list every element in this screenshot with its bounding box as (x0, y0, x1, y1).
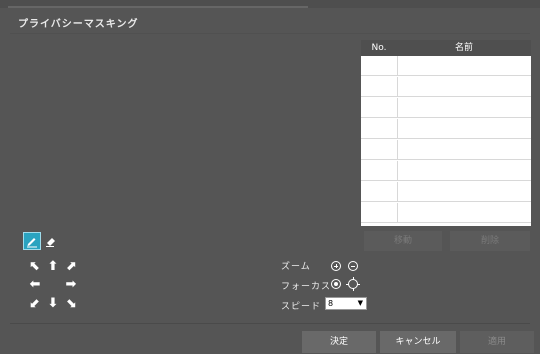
table-header: No. 名前 (361, 40, 531, 56)
table-row[interactable] (361, 161, 531, 181)
column-divider (397, 161, 398, 180)
ok-button[interactable]: 決定 (302, 331, 376, 353)
table-row[interactable] (361, 56, 531, 76)
table-row[interactable] (361, 182, 531, 202)
speed-label: スピード (281, 302, 322, 312)
table-row[interactable] (361, 140, 531, 160)
column-divider (397, 203, 398, 222)
speed-value: 8 (328, 299, 334, 308)
arrow-down-right-icon: ⬊ (65, 295, 77, 311)
dialog-title: プライバシーマスキング (18, 19, 139, 30)
column-header-no[interactable]: No. (361, 40, 397, 56)
dropdown-caret-icon: ▼ (357, 299, 363, 307)
arrow-left-icon: ⬅ (29, 276, 41, 292)
table-row[interactable] (361, 77, 531, 97)
pan-up-button[interactable]: ⬆ (46, 259, 60, 273)
pan-down-left-button[interactable]: ⬋ (28, 296, 42, 310)
pan-up-left-button[interactable]: ⬉ (28, 259, 42, 273)
focus-near-button[interactable] (331, 279, 341, 289)
pan-right-button[interactable]: ➡ (64, 277, 78, 291)
zoom-out-button[interactable] (348, 261, 358, 271)
apply-button[interactable]: 適用 (460, 331, 534, 353)
eraser-icon (46, 238, 55, 247)
column-header-name[interactable]: 名前 (397, 40, 531, 56)
zoom-in-button[interactable] (331, 261, 341, 271)
column-divider (397, 182, 398, 201)
column-divider (397, 140, 398, 159)
draw-mask-button[interactable] (23, 232, 41, 250)
column-divider (397, 119, 398, 138)
zoom-label: ズーム (281, 262, 311, 272)
arrow-up-icon: ⬆ (47, 258, 59, 274)
delete-button[interactable]: 削除 (450, 231, 530, 251)
speed-select[interactable]: 8 ▼ (325, 297, 367, 310)
pencil-icon (27, 238, 37, 248)
title-separator (10, 33, 530, 34)
table-row[interactable] (361, 203, 531, 223)
cancel-button[interactable]: キャンセル (380, 331, 456, 353)
arrow-right-icon: ➡ (65, 276, 77, 292)
arrow-down-icon: ⬇ (47, 295, 59, 311)
column-divider (397, 56, 398, 75)
move-button[interactable]: 移動 (364, 231, 442, 251)
column-divider (397, 98, 398, 117)
pan-left-button[interactable]: ⬅ (28, 277, 42, 291)
column-divider (397, 77, 398, 96)
footer-separator (10, 323, 530, 324)
focus-label: フォーカス (281, 282, 332, 292)
arrow-up-left-icon: ⬉ (29, 258, 41, 274)
table-row[interactable] (361, 98, 531, 118)
table-row[interactable] (361, 119, 531, 139)
pan-up-right-button[interactable]: ⬈ (64, 259, 78, 273)
pan-down-button[interactable]: ⬇ (46, 296, 60, 310)
mask-table: No. 名前 (361, 40, 531, 226)
arrow-up-right-icon: ⬈ (65, 258, 77, 274)
top-border (0, 0, 540, 8)
pan-down-right-button[interactable]: ⬊ (64, 296, 78, 310)
erase-mask-button[interactable] (42, 232, 60, 250)
top-border-segment (8, 6, 308, 8)
focus-far-button[interactable] (346, 277, 360, 291)
arrow-down-left-icon: ⬋ (29, 295, 41, 311)
